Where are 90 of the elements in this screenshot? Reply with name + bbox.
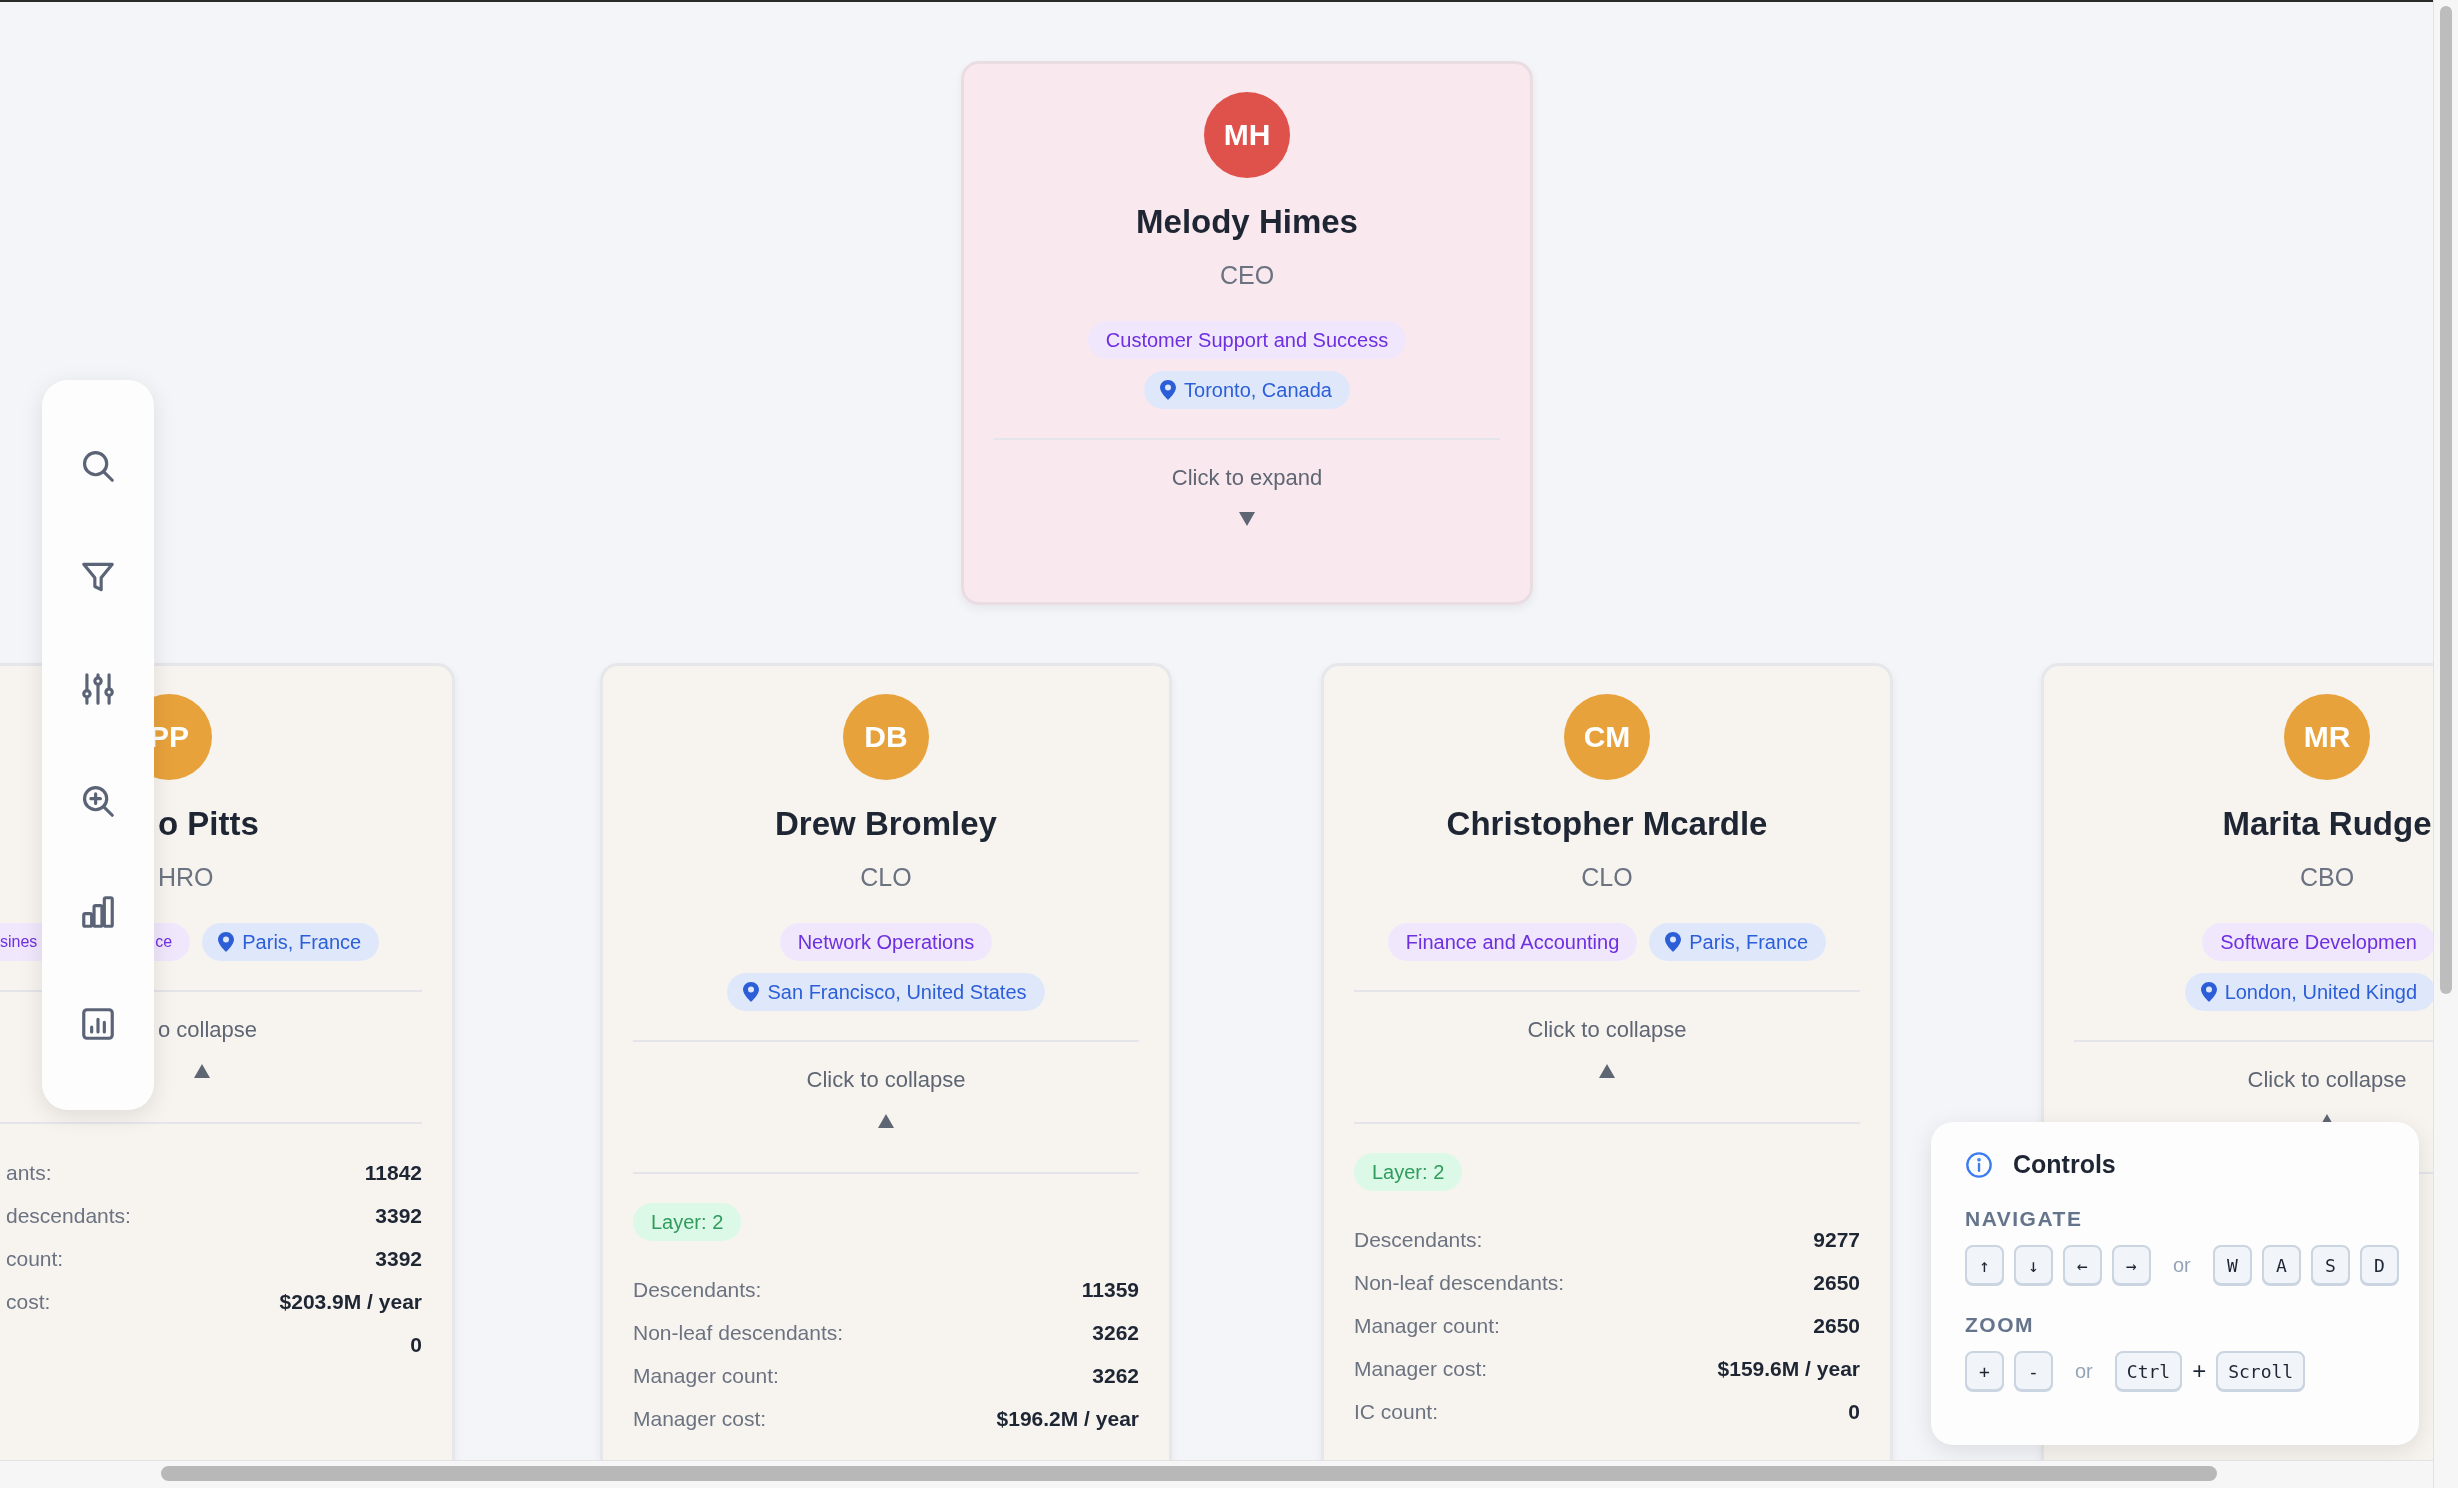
keyboard-key: D [2359,1245,2399,1285]
location-pin-icon [218,932,235,952]
keyboard-key: ↓ [2014,1245,2053,1285]
department-text: sines [0,933,38,951]
stat-label: count: [6,1246,64,1271]
location-pin-icon [743,982,760,1002]
stat-label: descendants: [6,1203,131,1228]
stat-label: cost: [6,1289,51,1314]
toggle-hint[interactable]: Click to expand [1171,464,1323,492]
avatar: CM [1564,694,1650,780]
keyboard-key: ← [2063,1245,2102,1285]
toggle-hint[interactable]: Click to collapse [1527,1016,1687,1044]
stat-value: $159.6M / year [1717,1356,1860,1381]
toggle-hint[interactable]: Click to collapse [2247,1066,2407,1094]
employee-card[interactable]: MH Melody Himes CEO Customer Support and Success Toronto, Canada Click to expand [961,61,1533,605]
stat-value: 11359 [1081,1277,1139,1302]
location-pin-icon [2200,982,2217,1002]
department-tag: Network Operations [779,923,993,961]
keyboard-key: Ctrl [2114,1351,2183,1391]
vertical-scrollbar[interactable] [2440,6,2452,994]
department-text: ce [155,933,173,951]
caret-icon[interactable] [1239,512,1255,526]
avatar: DB [843,694,929,780]
employee-name: Marita Rudge [2222,804,2432,844]
stat-value: $196.2M / year [996,1406,1139,1431]
stat-label: Manager cost: [633,1406,767,1431]
stat-label: ants: [6,1160,52,1185]
stat-label: Manager count: [1354,1313,1500,1338]
layer-tag: Layer: 2 [633,1203,742,1241]
plus-sign: + [2192,1357,2207,1385]
stat-label: Manager cost: [1354,1356,1488,1381]
stat-value: 3262 [1092,1363,1139,1388]
stat-value: $203.9M / year [279,1289,422,1314]
employee-card[interactable]: DB Drew Bromley CLO Network Operations San Francisco, United States Click to collapse Layer: 2 Descendants: 11359 Non-leaf descendants: 3262 Manager count: 3262 Manager cost: $196.2M / year [600,663,1172,1460]
location-text: San Francisco, United States [767,980,1027,1004]
stat-value: 2650 [1813,1270,1860,1295]
employee-name: Drew Bromley [775,804,997,844]
caret-icon[interactable] [194,1064,210,1078]
stat-value: 11842 [364,1160,422,1185]
section-heading: ZOOM [1965,1313,2035,1337]
job-title: CBO [2299,862,2355,892]
employee-name: Melody Himes [1136,202,1358,242]
stat-value: 9277 [1813,1227,1860,1252]
stat-value: 3392 [375,1246,422,1271]
caret-icon[interactable] [878,1114,894,1128]
stat-label: Descendants: [633,1277,762,1302]
stat-label: Non-leaf descendants: [1354,1270,1565,1295]
info-icon [1965,1150,1993,1179]
job-title: CLO [860,862,912,892]
employee-name: Christopher Mcardle [1446,804,1768,844]
separator-text: or [2173,1253,2191,1277]
toggle-hint[interactable]: Click to collapse [806,1066,966,1094]
stat-label: Manager count: [633,1363,779,1388]
job-title: CLO [1581,862,1633,892]
stat-value: 0 [1848,1399,1860,1424]
location-pin-icon [1665,932,1682,952]
stat-value: 3392 [375,1203,422,1228]
stat-value: 3262 [1092,1320,1139,1345]
keyboard-key: S [2310,1245,2350,1285]
location-text: Paris, France [1689,930,1809,954]
stat-label: Non-leaf descendants: [633,1320,844,1345]
job-title: HRO [158,862,214,892]
location-text: London, United Kingd [2224,980,2417,1004]
keyboard-key: ↑ [1965,1245,2004,1285]
stat-value: 2650 [1813,1313,1860,1338]
department-tag: Finance and Accounting [1387,923,1638,961]
location-text: Paris, France [242,930,362,954]
keyboard-key: → [2112,1245,2151,1285]
caret-icon[interactable] [1599,1064,1615,1078]
keyboard-key: - [2014,1351,2053,1391]
keyboard-key: A [2261,1245,2301,1285]
employee-name: o Pitts [158,804,259,844]
department-tag: Customer Support and Success [1087,321,1407,359]
stat-label: IC count: [1354,1399,1439,1424]
stat-value: 0 [410,1332,422,1357]
keyboard-key: W [2212,1245,2252,1285]
job-title: CEO [1219,260,1275,290]
avatar: MR [2284,694,2370,780]
location-pin-icon [1160,380,1177,400]
horizontal-scrollbar[interactable] [161,1466,2217,1481]
avatar: MH [1204,92,1290,178]
keyboard-key: + [1965,1351,2004,1391]
toggle-hint[interactable]: o collapse [158,1016,258,1044]
employee-card[interactable]: CM Christopher Mcardle CLO Finance and Accounting Paris, France Click to collapse Layer: 2 Descendants: 9277 Non-leaf descendants: 2650 Manager count: 2650 Manager cost: $159.6M / year IC count: 0 [1321,663,1893,1460]
department-tag: Software Developmen [2202,923,2433,961]
stat-label: Descendants: [1354,1227,1483,1252]
layer-tag: Layer: 2 [1354,1153,1463,1191]
separator-text: or [2075,1359,2093,1383]
keyboard-key: Scroll [2216,1351,2306,1391]
location-text: Toronto, Canada [1184,378,1332,402]
